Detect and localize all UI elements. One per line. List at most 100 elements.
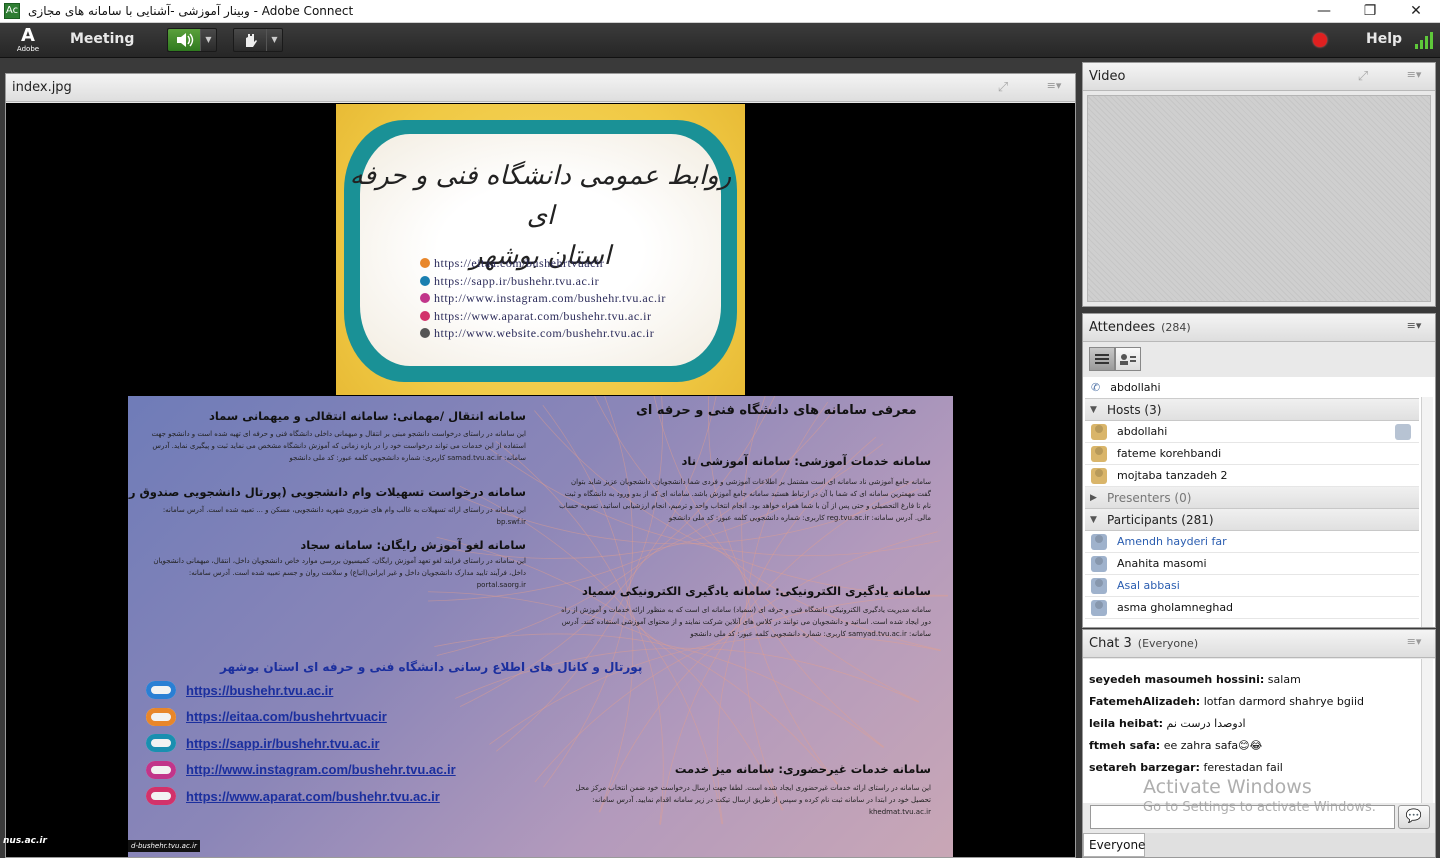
current-user-row[interactable]: ✆ abdollahi: [1085, 377, 1419, 399]
participant-row[interactable]: Amendh hayderi far: [1085, 531, 1419, 553]
portal-link-row: https://eitaa.com/bushehrtvuacir: [146, 706, 387, 728]
left-section-body: این سامانه در راستای درخواست دانشجو مبنی…: [151, 430, 526, 462]
participant-row[interactable]: Anahita masomi: [1085, 553, 1419, 575]
expanded-triangle-icon: ▼: [1090, 404, 1097, 415]
pod-options-menu-icon[interactable]: ≡▾: [1045, 79, 1063, 95]
participant-user-icon: [1091, 599, 1107, 616]
chat-message: ftmeh safa: ee zahra safa😊😂: [1089, 739, 1262, 752]
participant-user-icon: [1091, 577, 1107, 594]
speaker-icon[interactable]: [168, 29, 200, 51]
speaker-button[interactable]: ▼: [167, 28, 217, 52]
participant-user-icon: [1091, 555, 1107, 572]
chat-message: leila heibat: ادوصدا درست نم: [1089, 717, 1246, 730]
portal-title: پورتال و کانال های اطلاع رسانی دانشگاه ف…: [220, 660, 643, 674]
speaker-options-chevron-icon[interactable]: ▼: [200, 29, 216, 51]
attendee-count: (284): [1161, 321, 1191, 334]
attendee-list-scrollbar[interactable]: [1421, 397, 1433, 627]
chat-scope: (Everyone): [1137, 637, 1199, 650]
chat-text: ferestadan fail: [1203, 761, 1283, 774]
banner-link-list: https://eitaa.com/bushehrtvuacir https://…: [420, 255, 670, 343]
pod-options-menu-icon[interactable]: ≡▾: [1405, 635, 1423, 651]
left-watermark: nus.ac.ir: [3, 836, 47, 846]
maximize-button[interactable]: ❐: [1347, 0, 1393, 23]
left-section-title: سامانه انتقال /مهمانی: سامانه انتقالی و …: [208, 409, 526, 423]
attendee-list: ✆ abdollahi ▼ Hosts (3) abdollahi fateme …: [1083, 377, 1435, 627]
channel-logo-icon: [146, 787, 176, 805]
pod-options-menu-icon[interactable]: ≡▾: [1405, 68, 1423, 84]
chat-input[interactable]: [1090, 805, 1395, 829]
portal-link-row: http://www.instagram.com/bushehr.tvu.ac.…: [146, 759, 456, 781]
minimize-button[interactable]: —: [1301, 0, 1347, 23]
window-title: وبینار آموزشی -آشنایی با سامانه های مجاز…: [28, 4, 354, 18]
portal-link[interactable]: https://sapp.ir/bushehr.tvu.ac.ir: [186, 736, 380, 751]
raise-hand-icon[interactable]: [234, 29, 266, 51]
video-area: [1087, 95, 1431, 302]
portal-link[interactable]: https://www.aparat.com/bushehr.tvu.ac.ir: [186, 789, 440, 804]
chat-text: salam: [1267, 673, 1301, 686]
participant-row[interactable]: asma gholamneghad: [1085, 597, 1419, 619]
link-bullet-icon: [420, 310, 430, 321]
chat-message-list: seyedeh masoumeh hossini: salam FatemehAl…: [1083, 659, 1435, 803]
banner-link: https://eitaa.com/bushehrtvuacir: [420, 255, 670, 273]
right-section-body: این سامانه در راستای ارائه خدمات غیرحضور…: [575, 784, 931, 816]
connection-signal-icon: [1415, 29, 1437, 49]
portal-link[interactable]: http://www.instagram.com/bushehr.tvu.ac.…: [186, 762, 456, 777]
systems-intro-image: معرفی سامانه های دانشگاه فنی و حرفه ای س…: [128, 396, 953, 857]
pod-options-menu-icon[interactable]: ≡▾: [1405, 319, 1423, 335]
raise-hand-button[interactable]: ▼: [233, 28, 283, 52]
left-section-title: سامانه لغو آموزش رایگان: سامانه سجاد: [300, 538, 526, 552]
channel-logo-icon: [146, 681, 176, 699]
status-options-chevron-icon[interactable]: ▼: [266, 29, 282, 51]
link-bullet-icon: [420, 258, 430, 268]
attendees-pod-header: Attendees (284) ≡▾: [1083, 314, 1435, 342]
channel-logo-icon: [146, 760, 176, 779]
chat-sender: seyedeh masoumeh hossini:: [1089, 673, 1265, 686]
host-user-icon: [1091, 423, 1107, 440]
chat-bubble-icon: 💬: [1405, 809, 1423, 824]
chat-scrollbar[interactable]: [1421, 659, 1433, 803]
chat-text: lotfan darmord shahrye bgiid: [1203, 695, 1364, 708]
chat-pod: Chat 3 (Everyone) ≡▾ seyedeh masoumeh hos…: [1082, 629, 1436, 858]
expanded-triangle-icon: ▼: [1090, 514, 1097, 525]
host-row[interactable]: mojtaba tanzadeh 2: [1085, 465, 1419, 487]
phone-icon: ✆: [1091, 381, 1101, 394]
fullscreen-icon[interactable]: ⤢: [1355, 69, 1371, 85]
chat-text: ee zahra safa😊😂: [1163, 739, 1263, 752]
close-button[interactable]: ✕: [1393, 0, 1439, 23]
host-user-icon: [1091, 445, 1107, 462]
chat-message: setareh barzegar: ferestadan fail: [1089, 761, 1283, 774]
meeting-menu[interactable]: Meeting: [70, 31, 134, 47]
participants-group[interactable]: ▼ Participants (281): [1085, 509, 1419, 531]
right-section-title: سامانه خدمات غیرحضوری: سامانه میز خدمت: [674, 762, 931, 776]
link-bullet-icon: [420, 293, 430, 304]
send-message-button[interactable]: 💬: [1398, 805, 1430, 829]
right-section-body: سامانه جامع آموزشی ناد سامانه ای است مشت…: [559, 478, 931, 522]
attendee-view-toggle: [1089, 347, 1141, 371]
banner-link: http://www.website.com/bushehr.tvu.ac.ir: [420, 325, 670, 343]
portal-link-row: https://sapp.ir/bushehr.tvu.ac.ir: [146, 732, 380, 754]
host-row[interactable]: abdollahi: [1085, 421, 1419, 443]
portal-link[interactable]: https://eitaa.com/bushehrtvuacir: [186, 709, 387, 724]
list-view-icon[interactable]: [1089, 347, 1115, 371]
participant-row[interactable]: Asal abbasi: [1085, 575, 1419, 597]
host-row[interactable]: fateme korehbandi: [1085, 443, 1419, 465]
help-menu[interactable]: Help: [1366, 31, 1402, 47]
shared-content-stage: روابط عمومی دانشگاه فنی و حرفه ای استان …: [6, 103, 1075, 857]
link-bullet-icon: [420, 275, 430, 286]
chat-sender: FatemehAlizadeh:: [1089, 695, 1201, 708]
chat-recipient-selector[interactable]: Everyone: [1083, 833, 1145, 857]
video-pod-title: Video: [1089, 69, 1126, 84]
portal-link[interactable]: https://bushehr.tvu.ac.ir: [186, 683, 333, 698]
chat-message: FatemehAlizadeh: lotfan darmord shahrye …: [1089, 695, 1364, 708]
fullscreen-icon[interactable]: ⤢: [995, 80, 1011, 96]
window-title-bar: Ac وبینار آموزشی -آشنایی با سامانه های م…: [0, 0, 1440, 23]
attendees-pod-title: Attendees (284): [1089, 320, 1191, 335]
hosts-group[interactable]: ▼ Hosts (3): [1085, 399, 1419, 421]
status-view-icon[interactable]: [1115, 347, 1141, 371]
presenters-group[interactable]: ▶ Presenters (0): [1085, 487, 1419, 509]
right-section-title: سامانه خدمات آموزشی: سامانه آموزشی ناد: [681, 454, 931, 468]
right-section-body: سامانه مدیریت یادگیری الکترونیکی دانشگاه…: [561, 606, 931, 638]
banner-link: http://www.instagram.com/bushehr.tvu.ac.…: [420, 290, 670, 308]
channel-logo-icon: [146, 734, 176, 752]
host-user-icon: [1091, 467, 1107, 484]
